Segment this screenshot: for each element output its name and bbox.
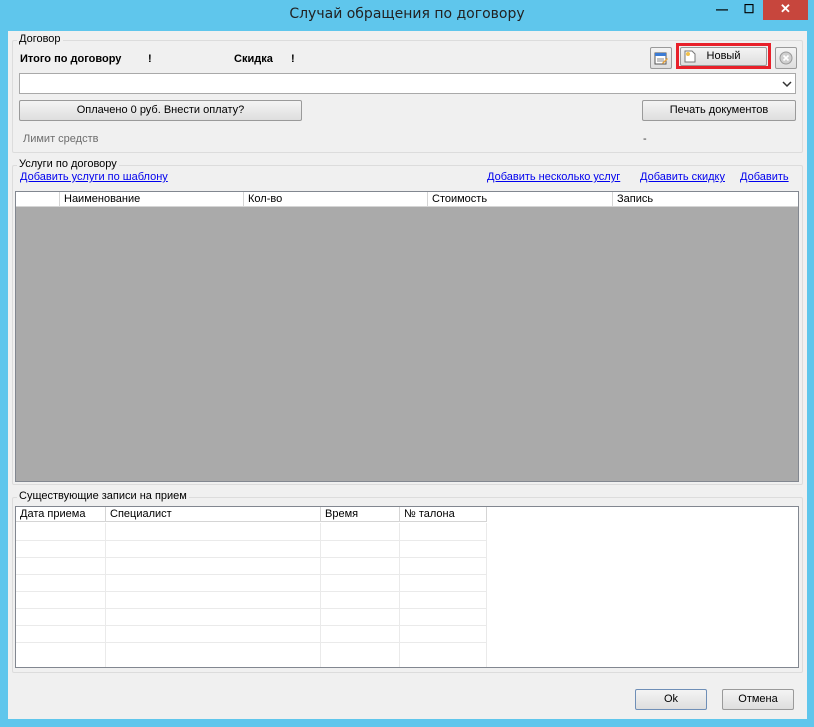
column-header-time[interactable]: Время — [321, 507, 400, 522]
total-label: Итого по договору — [20, 53, 122, 65]
grid-col-line — [399, 523, 400, 667]
edit-contract-button[interactable] — [650, 47, 672, 69]
discount-label: Скидка — [234, 53, 273, 65]
new-doc-icon — [684, 50, 696, 63]
remove-contract-button[interactable] — [775, 47, 797, 69]
services-group: Услуги по договору Добавить услуги по ша… — [12, 158, 803, 485]
add-template-services-link[interactable]: Добавить услуги по шаблону — [20, 171, 168, 183]
grid-row-line — [16, 625, 487, 626]
remove-icon — [779, 51, 793, 65]
row-header-column — [16, 192, 60, 207]
title-bar: Случай обращения по договору — ☐ ✕ — [0, 0, 814, 30]
grid-col-line — [320, 523, 321, 667]
minimize-button[interactable]: — — [709, 0, 735, 20]
total-value: ! — [148, 53, 152, 65]
grid-row-line — [16, 642, 487, 643]
dropdown-arrow-icon — [782, 81, 792, 88]
services-table[interactable]: Наименование Кол-во Стоимость Запись — [15, 191, 799, 482]
discount-value: ! — [291, 53, 295, 65]
pay-button[interactable]: Оплачено 0 руб. Внести оплату? — [19, 100, 302, 121]
maximize-button[interactable]: ☐ — [736, 0, 762, 20]
add-multiple-services-link[interactable]: Добавить несколько услуг — [487, 171, 620, 183]
contract-group: Договор Итого по договору ! Скидка ! Нов… — [12, 33, 803, 153]
contract-group-label: Договор — [17, 33, 63, 45]
ok-button[interactable]: Ok — [635, 689, 707, 710]
column-header-qty[interactable]: Кол-во — [244, 192, 428, 207]
print-documents-button[interactable]: Печать документов — [642, 100, 796, 121]
add-discount-link[interactable]: Добавить скидку — [640, 171, 725, 183]
contract-select[interactable] — [19, 73, 796, 94]
grid-row-line — [16, 557, 487, 558]
doc-edit-icon — [654, 52, 668, 65]
services-group-label: Услуги по договору — [17, 158, 119, 170]
appointments-table[interactable]: Дата приема Специалист Время № талона — [15, 506, 799, 668]
column-header-specialist[interactable]: Специалист — [106, 507, 321, 522]
appointments-group: Существующие записи на прием Дата приема… — [12, 490, 803, 673]
limit-label: Лимит средств — [23, 133, 99, 145]
grid-col-line — [105, 523, 106, 667]
column-header-name[interactable]: Наименование — [60, 192, 244, 207]
new-contract-label: Новый — [706, 50, 741, 62]
limit-value: - — [643, 133, 647, 145]
window-title: Случай обращения по договору — [289, 6, 525, 22]
grid-col-line — [486, 523, 487, 667]
column-header-ticket[interactable]: № талона — [400, 507, 487, 522]
add-service-link[interactable]: Добавить — [740, 171, 789, 183]
dialog-client: Договор Итого по договору ! Скидка ! Нов… — [8, 31, 807, 719]
column-header-date[interactable]: Дата приема — [16, 507, 106, 522]
services-header: Наименование Кол-во Стоимость Запись — [16, 192, 798, 207]
grid-row-line — [16, 574, 487, 575]
column-header-appointment[interactable]: Запись — [613, 192, 798, 207]
grid-row-line — [16, 608, 487, 609]
appointments-group-label: Существующие записи на прием — [17, 490, 189, 502]
close-button[interactable]: ✕ — [763, 0, 808, 20]
grid-row-line — [16, 540, 487, 541]
grid-row-line — [16, 591, 487, 592]
column-header-cost[interactable]: Стоимость — [428, 192, 613, 207]
new-contract-button[interactable]: Новый — [680, 47, 767, 66]
cancel-button[interactable]: Отмена — [722, 689, 794, 710]
